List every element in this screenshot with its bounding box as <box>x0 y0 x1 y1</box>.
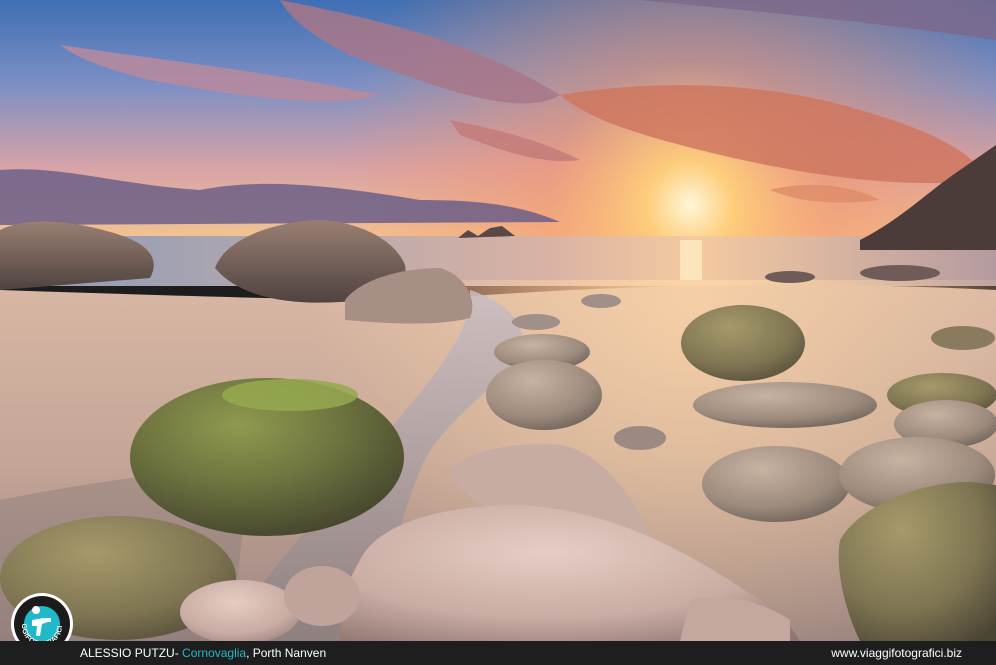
author-name: ALESSIO PUTZU <box>80 646 175 660</box>
region-name: Cornovaglia <box>182 646 247 660</box>
landscape-photo <box>0 0 996 641</box>
caption-separator: - <box>174 646 183 660</box>
place-name: , Porth Nanven <box>246 646 327 660</box>
website-link[interactable]: www.viaggifotografici.biz <box>831 641 962 665</box>
caption-bar: ALESSIO PUTZU- Cornovaglia, Porth Nanven… <box>0 641 996 665</box>
photo-credit: ALESSIO PUTZU- Cornovaglia, Porth Nanven <box>80 641 326 665</box>
photo-viewer: VIAGGIFOTOGRAFICI.BIZ ALESSIO PUTZU- Cor… <box>0 0 996 665</box>
